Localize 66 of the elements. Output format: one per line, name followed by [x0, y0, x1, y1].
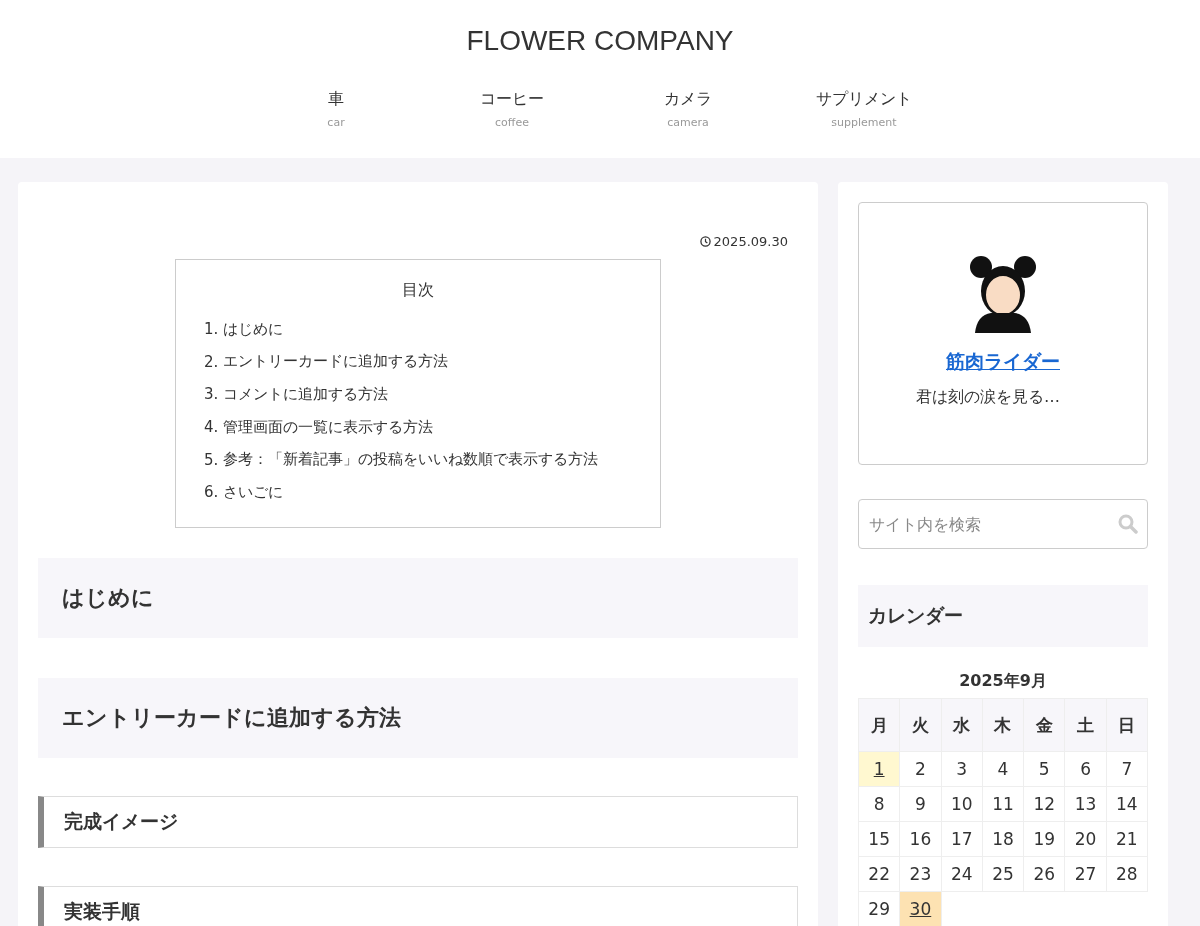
toc-link[interactable]: 管理画面の一覧に表示する方法 [223, 417, 434, 437]
weekday-header: 火 [899, 698, 942, 752]
weekday-header: 水 [941, 698, 983, 752]
calendar-day: 23 [899, 856, 942, 892]
clock-icon [699, 236, 711, 247]
toc-title: 目次 [401, 280, 435, 301]
calendar-day-link[interactable]: 1 [858, 751, 900, 787]
toc-number: 1. [204, 320, 219, 339]
calendar-day: 3 [941, 751, 983, 787]
calendar-day: 19 [1023, 821, 1065, 857]
profile-name-link[interactable]: 筋肉ライダー [946, 349, 1060, 375]
toc-link[interactable]: はじめに [223, 319, 284, 339]
calendar-day: 11 [982, 786, 1024, 822]
calendar-day: 4 [982, 751, 1024, 787]
toc-number: 6. [204, 483, 219, 502]
section-heading: はじめに [38, 557, 798, 638]
subsection-heading: 実装手順 [38, 885, 798, 926]
profile-bio: 君は刻の涙を見る… [916, 387, 1060, 408]
calendar-day: 18 [982, 821, 1024, 857]
weekday-header: 土 [1064, 698, 1107, 752]
toc-number: 4. [204, 418, 219, 437]
calendar-day: 16 [899, 821, 942, 857]
toc-number: 2. [204, 352, 219, 371]
calendar-day: 15 [858, 821, 900, 857]
toc-link[interactable]: 参考：「新着記事」の投稿をいいね数順で表示する方法 [223, 450, 599, 470]
weekday-header: 日 [1106, 698, 1148, 752]
calendar-day: 29 [858, 891, 900, 926]
toc-link[interactable]: さいごに [223, 482, 284, 502]
toc-number: 3. [204, 385, 219, 404]
subsection-heading: 完成イメージ [38, 795, 798, 848]
calendar-day: 14 [1106, 786, 1148, 822]
calendar-day: 12 [1023, 786, 1065, 822]
date-text: 2025.09.30 [713, 234, 788, 249]
calendar-day: 17 [941, 821, 983, 857]
calendar-day: 10 [941, 786, 983, 822]
calendar-day: 22 [858, 856, 900, 892]
calendar-day: 27 [1064, 856, 1107, 892]
toc-link[interactable]: エントリーカードに追加する方法 [223, 352, 449, 372]
calendar-day: 7 [1106, 751, 1148, 787]
calendar-day: 25 [982, 856, 1024, 892]
calendar-caption: 2025年9月 [958, 671, 1048, 692]
weekday-header: 金 [1023, 698, 1065, 752]
calendar-day: 24 [941, 856, 983, 892]
weekday-header: 木 [982, 698, 1024, 752]
nav-menu-item[interactable]: カメラ camera [600, 89, 776, 129]
calendar-day: 20 [1064, 821, 1107, 857]
calendar-day: 13 [1064, 786, 1107, 822]
calendar-day: 5 [1023, 751, 1065, 787]
search-field[interactable]: サイト内を検索 [858, 499, 1148, 549]
nav-menu-item[interactable]: 車 car [248, 89, 424, 129]
widget-title: カレンダー [858, 585, 1148, 647]
calendar-day: 9 [899, 786, 942, 822]
toc-number: 5. [204, 450, 219, 469]
calendar-day: 8 [858, 786, 900, 822]
toc-link[interactable]: コメントに追加する方法 [223, 385, 389, 404]
calendar-day: 21 [1106, 821, 1148, 857]
section-heading: エントリーカードに追加する方法 [38, 677, 798, 758]
calendar-day: 2 [899, 751, 942, 787]
search-icon[interactable] [1118, 514, 1138, 534]
weekday-header: 月 [858, 698, 900, 752]
calendar-day: 28 [1106, 856, 1148, 892]
nav-menu-item[interactable]: コーヒー coffee [424, 89, 600, 129]
nav-menu-item[interactable]: サプリメント supplement [776, 89, 952, 129]
calendar-day: 6 [1064, 751, 1107, 787]
calendar-day: 26 [1023, 856, 1065, 892]
site-title[interactable]: FLOWER COMPANY [466, 25, 734, 57]
